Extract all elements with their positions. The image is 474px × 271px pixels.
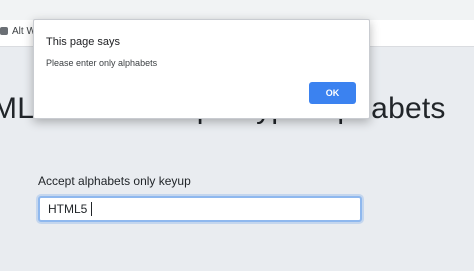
input-label: Accept alphabets only keyup: [38, 174, 191, 188]
text-caret: [91, 202, 93, 216]
screen: Alt W ML5 validate input type alphabets …: [0, 0, 474, 271]
ok-button[interactable]: OK: [309, 82, 356, 104]
dialog-title: This page says: [46, 36, 120, 48]
alphabets-input[interactable]: HTML5: [38, 196, 362, 222]
dialog-message: Please enter only alphabets: [46, 58, 158, 68]
tab-favicon-icon: [0, 27, 8, 35]
input-value: HTML5: [48, 202, 88, 216]
browser-title-bar: [0, 0, 474, 20]
alert-dialog: This page says Please enter only alphabe…: [33, 19, 370, 119]
